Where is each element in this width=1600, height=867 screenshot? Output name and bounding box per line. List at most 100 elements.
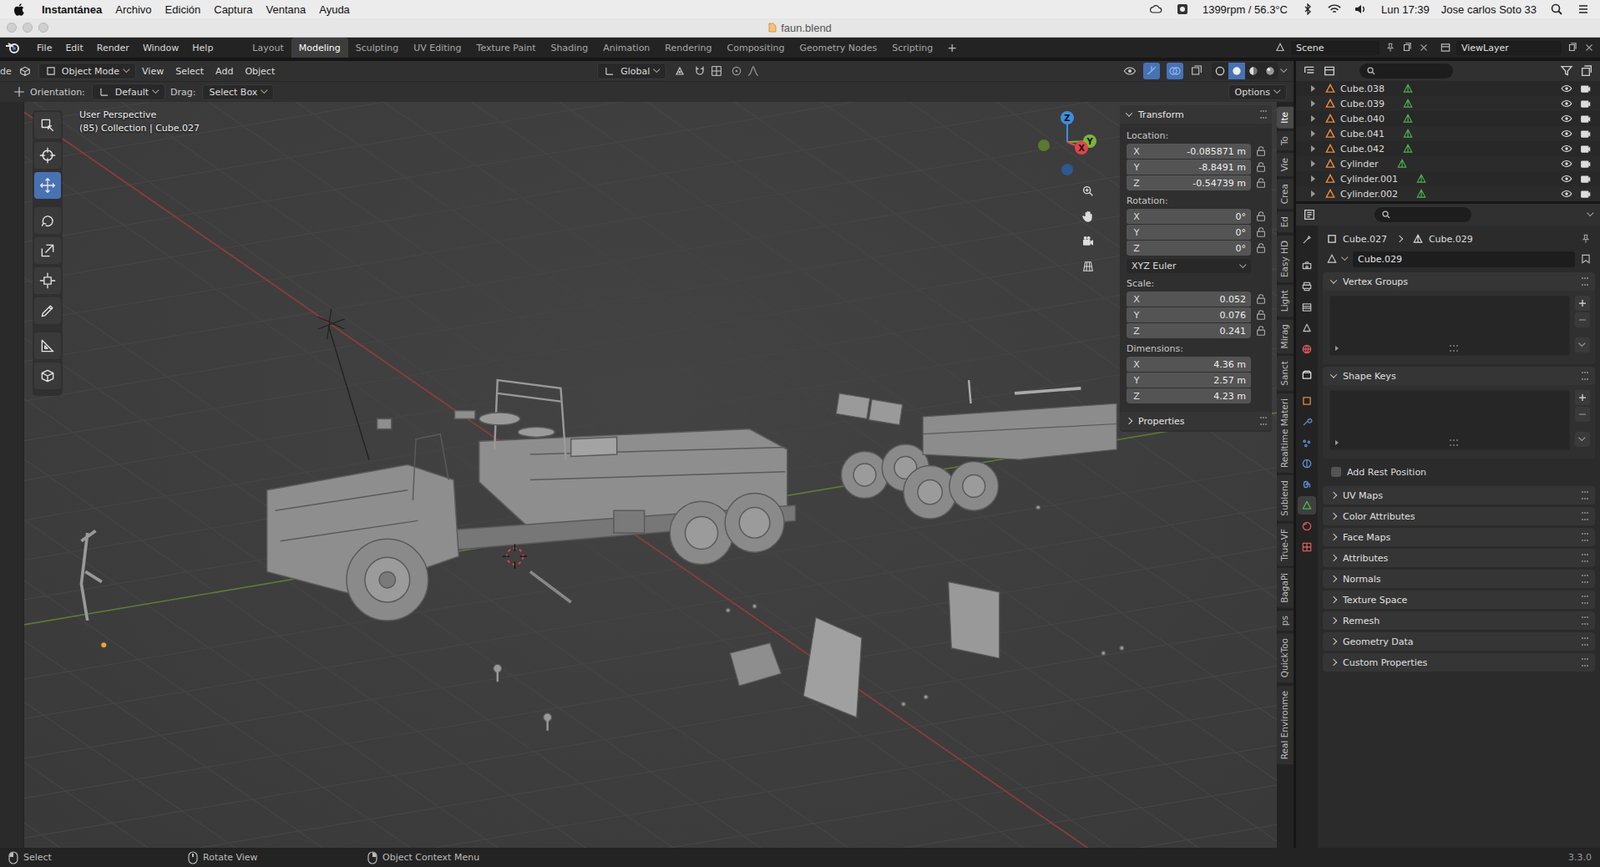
properties-tab[interactable] bbox=[1297, 475, 1317, 494]
sidebar-tab[interactable]: To bbox=[1276, 131, 1294, 151]
neg-z-axis-icon[interactable] bbox=[1061, 163, 1074, 176]
tool-button[interactable] bbox=[34, 111, 61, 139]
disclosure-icon[interactable] bbox=[1311, 115, 1316, 122]
viewport-menu-item[interactable]: Select bbox=[169, 63, 210, 80]
fan-icon[interactable] bbox=[1175, 3, 1190, 16]
workspace-tab[interactable]: Sculpting bbox=[348, 37, 406, 58]
lock-icon[interactable] bbox=[1255, 226, 1267, 238]
new-view-layer-icon[interactable] bbox=[1566, 41, 1579, 54]
drag-handle-icon[interactable] bbox=[1581, 553, 1589, 563]
top-menu-item[interactable]: File bbox=[30, 40, 59, 56]
render-on-icon[interactable] bbox=[1579, 187, 1592, 200]
zoom-button[interactable] bbox=[1078, 181, 1099, 202]
viewport-menu-item[interactable]: View bbox=[136, 63, 170, 80]
resize-handle-icon[interactable] bbox=[1449, 439, 1459, 446]
panel-header[interactable]: Vertex Groups bbox=[1322, 272, 1595, 291]
outliner-row[interactable]: Cylinder bbox=[1296, 156, 1600, 172]
sidebar-tab[interactable]: Sanct bbox=[1276, 355, 1294, 391]
sidebar-tab[interactable]: BagaPi bbox=[1276, 567, 1294, 608]
eye-open-icon[interactable] bbox=[1560, 97, 1573, 110]
properties-tab[interactable] bbox=[1297, 339, 1317, 359]
drag-handle-icon[interactable] bbox=[1581, 491, 1589, 500]
sidebar-tab[interactable]: Light bbox=[1276, 284, 1294, 317]
scene-icon[interactable] bbox=[1274, 41, 1287, 54]
eye-open-icon[interactable] bbox=[1560, 127, 1573, 140]
control-center-icon[interactable] bbox=[1576, 3, 1590, 16]
properties-tab[interactable] bbox=[1297, 516, 1317, 536]
visibility-icon[interactable] bbox=[1123, 64, 1137, 78]
number-field[interactable]: Y2.57 m bbox=[1126, 372, 1251, 388]
shading-button[interactable] bbox=[1245, 62, 1262, 80]
panel-header[interactable]: Texture Space bbox=[1322, 590, 1595, 609]
outliner-row[interactable]: Cube.041 bbox=[1296, 126, 1600, 142]
outliner-row[interactable]: Cube.042 bbox=[1296, 141, 1600, 157]
sensor-reading[interactable]: 1399rpm / 56.3°C bbox=[1202, 3, 1288, 16]
drag-handle-icon[interactable] bbox=[1581, 637, 1589, 646]
gizmo-toggle-icon[interactable] bbox=[1143, 62, 1160, 80]
lock-icon[interactable] bbox=[1255, 242, 1267, 254]
camera-view-button[interactable] bbox=[1078, 231, 1099, 252]
creative-cloud-icon[interactable] bbox=[1149, 3, 1163, 16]
sidebar-tab[interactable]: QuickToo bbox=[1276, 632, 1294, 683]
browse-chevron-icon[interactable] bbox=[1341, 253, 1348, 261]
mesh-data-icon[interactable] bbox=[1402, 127, 1414, 140]
workspace-tab[interactable]: Geometry Nodes bbox=[791, 37, 885, 58]
navigation-gizmo[interactable]: ZYX bbox=[1029, 106, 1105, 178]
number-field[interactable]: Z0.241 bbox=[1126, 323, 1251, 339]
eye-open-icon[interactable] bbox=[1560, 187, 1573, 200]
viewport-menu-item[interactable]: Add bbox=[209, 63, 239, 80]
properties-tab[interactable] bbox=[1297, 433, 1317, 452]
outliner-editor-icon[interactable] bbox=[1302, 64, 1317, 78]
eye-open-icon[interactable] bbox=[1560, 157, 1573, 170]
add-button[interactable] bbox=[1574, 295, 1590, 311]
sidebar-tab[interactable]: Ite bbox=[1276, 106, 1294, 129]
render-on-icon[interactable] bbox=[1579, 157, 1592, 170]
mac-menu-item[interactable]: Ventana bbox=[266, 3, 307, 16]
tool-button[interactable] bbox=[34, 297, 61, 325]
drag-handle-icon[interactable] bbox=[1581, 511, 1589, 521]
add-button[interactable] bbox=[1574, 389, 1590, 406]
drag-handle-icon[interactable] bbox=[1260, 416, 1267, 426]
pin-icon[interactable] bbox=[1579, 232, 1592, 245]
transform-panel-header[interactable]: Transform bbox=[1119, 105, 1272, 124]
number-field[interactable]: X0.052 bbox=[1126, 291, 1251, 307]
top-menu-item[interactable]: Edit bbox=[58, 40, 90, 56]
sidebar-tab[interactable]: Easy HD bbox=[1276, 235, 1294, 283]
panel-header[interactable]: Custom Properties bbox=[1322, 653, 1595, 672]
properties-panel-header[interactable]: Properties bbox=[1119, 411, 1272, 431]
falloff-icon[interactable] bbox=[746, 64, 760, 78]
render-on-icon[interactable] bbox=[1579, 97, 1592, 110]
overlays-icon[interactable] bbox=[1166, 62, 1184, 80]
mesh-data-icon[interactable] bbox=[1402, 97, 1414, 110]
search-icon[interactable] bbox=[1549, 3, 1564, 16]
wheels[interactable] bbox=[346, 444, 999, 621]
pan-button[interactable] bbox=[1078, 206, 1099, 227]
mesh-name-field[interactable]: Cube.029 bbox=[1352, 251, 1575, 268]
properties-tab[interactable] bbox=[1297, 256, 1317, 275]
list-box[interactable] bbox=[1329, 389, 1570, 451]
properties-tab[interactable] bbox=[1297, 412, 1317, 431]
orientation-setting[interactable]: Default bbox=[91, 83, 166, 101]
workspace-tab[interactable]: Modeling bbox=[291, 37, 349, 58]
lock-icon[interactable] bbox=[1255, 308, 1267, 321]
panel-header[interactable]: Shape Keys bbox=[1322, 366, 1595, 385]
mesh-data-icon[interactable] bbox=[1402, 82, 1414, 95]
tool-button[interactable] bbox=[34, 362, 61, 390]
render-on-icon[interactable] bbox=[1579, 82, 1592, 95]
filter-icon[interactable] bbox=[1559, 64, 1574, 78]
bluetooth-icon[interactable] bbox=[1301, 3, 1315, 16]
view-layer-field[interactable]: ViewLayer bbox=[1456, 40, 1562, 56]
panel-header[interactable]: UV Maps bbox=[1322, 486, 1595, 505]
number-field[interactable]: Y0.076 bbox=[1126, 307, 1251, 323]
panel-header[interactable]: Attributes bbox=[1322, 548, 1595, 568]
drag-handle-icon[interactable] bbox=[1260, 110, 1267, 119]
pivot-icon[interactable] bbox=[673, 64, 687, 78]
snap-icon[interactable] bbox=[693, 64, 707, 78]
properties-tab[interactable] bbox=[1297, 365, 1317, 385]
disclosure-icon[interactable] bbox=[1311, 160, 1316, 168]
new-scene-icon[interactable] bbox=[1401, 41, 1413, 54]
app-name[interactable]: Instantánea bbox=[41, 3, 102, 16]
mesh-data-icon[interactable] bbox=[1415, 187, 1428, 200]
shading-button[interactable] bbox=[1211, 62, 1229, 80]
orientation-dropdown[interactable]: Global bbox=[597, 62, 667, 80]
